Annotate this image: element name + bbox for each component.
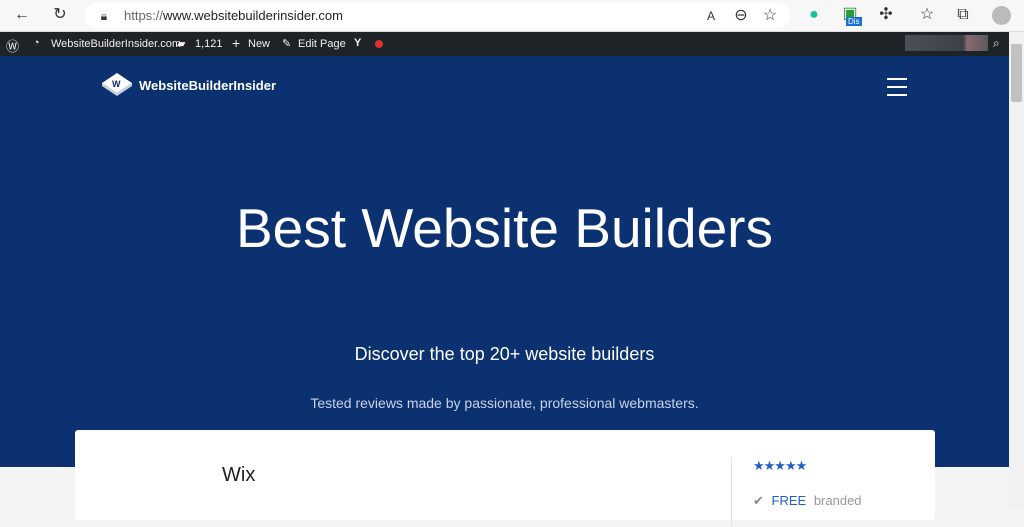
- pencil-icon: ✎: [282, 38, 292, 50]
- check-icon: ✔: [753, 493, 764, 508]
- address-bar[interactable]: 🔒︎ https://www.websitebuilderinsider.com…: [84, 3, 790, 28]
- svg-text:W: W: [112, 79, 121, 89]
- scrollbar[interactable]: [1009, 32, 1024, 508]
- menu-icon[interactable]: [887, 78, 907, 102]
- favorites-icon[interactable]: ☆: [917, 7, 937, 23]
- comments-link[interactable]: 1,121: [195, 38, 223, 50]
- read-aloud-icon[interactable]: A: [701, 8, 721, 24]
- builder-name[interactable]: Wix: [222, 464, 255, 487]
- dashboard-icon: ◔: [33, 37, 40, 49]
- plan-row: ✔ FREE branded: [753, 493, 862, 509]
- site-link[interactable]: WebsiteBuilderInsider.com: [51, 38, 181, 50]
- lock-icon[interactable]: 🔒︎: [94, 8, 114, 24]
- builder-card: Wix ★★★★★ ✔ FREE branded: [75, 430, 935, 527]
- hero-tagline: Tested reviews made by passionate, profe…: [310, 395, 699, 411]
- user-account-blurred[interactable]: [905, 35, 988, 51]
- plan-note: branded: [813, 493, 862, 508]
- scrollbar-thumb[interactable]: [1011, 44, 1022, 102]
- favorite-add-icon[interactable]: ☆: [760, 8, 780, 24]
- browser-toolbar: ← ↻ 🔒︎ https://www.websitebuilderinsider…: [0, 0, 1024, 32]
- url-scheme: https://: [124, 8, 164, 23]
- page-title: Best Website Builders: [235, 197, 773, 259]
- logo-text: WebsiteBuilderInsider: [139, 77, 277, 93]
- plus-icon: +: [232, 35, 241, 51]
- site-logo[interactable]: W WebsiteBuilderInsider: [101, 72, 276, 98]
- divider: [731, 457, 732, 527]
- seo-status-dot: [375, 40, 383, 48]
- search-icon[interactable]: ⌕: [993, 36, 1000, 51]
- url-host: www.websitebuilderinsider.com: [163, 8, 343, 23]
- reload-icon[interactable]: ↻: [50, 7, 70, 23]
- new-link[interactable]: New: [248, 38, 270, 50]
- back-icon[interactable]: ←: [12, 7, 32, 23]
- hero-subtitle: Discover the top 20+ website builders: [354, 344, 655, 364]
- edit-page-link[interactable]: Edit Page: [298, 38, 346, 50]
- logo-icon: W: [102, 73, 132, 96]
- wp-admin-bar: Ⓦ ◔ WebsiteBuilderInsider.com ▰ 1,121 + …: [0, 32, 1009, 56]
- hero-section: W WebsiteBuilderInsider Best Website Bui…: [0, 56, 1009, 467]
- wordpress-icon[interactable]: Ⓦ: [6, 36, 19, 55]
- extension-badge: Dis: [846, 17, 862, 26]
- profile-avatar[interactable]: [992, 6, 1011, 25]
- zoom-out-icon[interactable]: ⊖: [731, 8, 751, 24]
- extensions-icon[interactable]: ✣: [876, 7, 896, 23]
- grammarly-icon[interactable]: ●: [804, 7, 824, 23]
- comment-icon: ▰: [177, 38, 186, 50]
- yoast-icon[interactable]: Y: [354, 37, 361, 49]
- plan-label: FREE: [771, 493, 807, 508]
- collections-icon[interactable]: ⧉: [953, 7, 973, 23]
- rating-stars: ★★★★★: [753, 458, 807, 473]
